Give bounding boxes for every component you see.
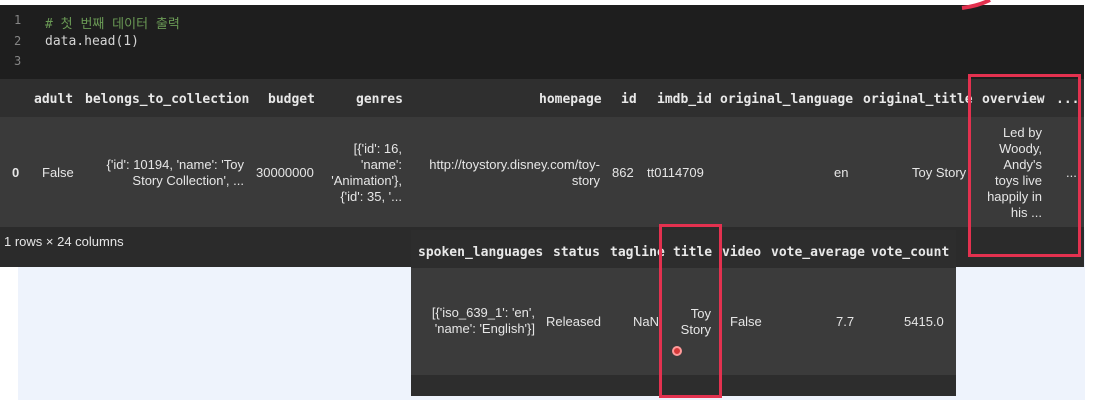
cell-vote-count: 5415.0 [904,314,944,329]
cell-original-title: Toy Story [912,165,967,180]
cell-belongs-to-collection: {'id': 10194, 'name': 'Toy Story Collect… [106,157,244,188]
dataframe-shape-label: 1 rows × 24 columns [4,234,124,249]
column-header-original-language: original_language [720,92,854,107]
code-cell[interactable]: 1 # 첫 번째 데이터 출력 2 data.head(1) 3 [0,5,1084,79]
cell-vote-average: 7.7 [836,314,855,329]
table-row: 0 False {'id': 10194, 'name': 'Toy Story… [0,117,1084,227]
cell-spoken-languages: [{'iso_639_1': 'en', 'name': 'English'}] [431,305,535,336]
cell-video: False [730,314,762,329]
column-header-tagline: tagline [610,245,665,260]
cell-homepage: http://toystory.disney.com/toy-story [429,157,600,188]
column-header-original-title: original_title [863,92,973,107]
table-header-row: adult belongs_to_collection budget genre… [0,79,1084,117]
column-header-video: video [722,245,762,260]
line-number: 3 [14,54,22,68]
cell-status: Released [546,314,601,329]
column-header-adult: adult [34,92,74,107]
line-number: 1 [14,13,22,27]
column-header-genres: genres [356,92,403,107]
cell-adult: False [42,165,74,180]
code-line: data.head(1) [45,34,139,49]
cell-id: 862 [612,165,634,180]
cell-tagline: NaN [633,314,660,329]
title-highlight-box [659,224,722,398]
column-header-belongs-to-collection: belongs_to_collection [85,92,250,107]
column-header-id: id [621,92,637,107]
column-header-status: status [553,245,600,260]
cell-budget: 30000000 [256,165,314,180]
row-index: 0 [12,165,20,180]
cell-imdb-id: tt0114709 [647,165,704,180]
cell-original-language: en [834,165,849,180]
annotation-arrow-icon [961,0,991,10]
column-header-imdb-id: imdb_id [657,92,712,107]
click-marker-icon [672,346,682,356]
overview-highlight-box [968,74,1081,257]
line-number: 2 [14,34,22,48]
column-header-homepage: homepage [539,92,602,107]
column-header-spoken-languages: spoken_languages [418,245,544,260]
column-header-budget: budget [268,92,315,107]
column-header-vote-count: vote_count [871,245,950,260]
code-line-comment: # 첫 번째 데이터 출력 [45,17,180,32]
cell-genres: [{'id': 16, 'name': 'Animation'}, {'id':… [331,141,402,204]
column-header-vote-average: vote_average [771,245,865,260]
